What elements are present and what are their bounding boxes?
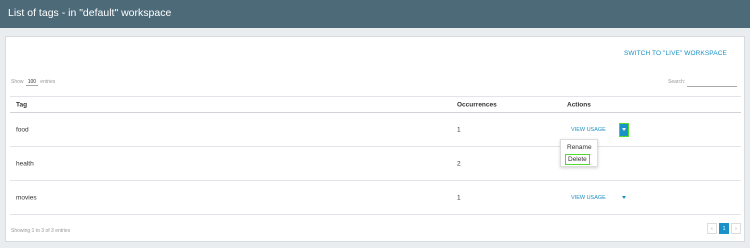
rename-menu-item[interactable]: Rename	[567, 144, 592, 151]
tag-name: movies	[16, 194, 37, 201]
switch-workspace-link[interactable]: SWITCH TO "LIVE" WORKSPACE	[624, 50, 727, 57]
tags-panel: SWITCH TO "LIVE" WORKSPACE Show 100 entr…	[5, 36, 745, 242]
entries-suffix: entries	[40, 79, 56, 85]
pagination-next-button[interactable]: ›	[731, 223, 741, 234]
column-header-occurrences[interactable]: Occurrences	[457, 101, 497, 108]
entries-length-control: Show 100 entries	[11, 79, 55, 86]
actions-dropdown-menu: Rename Delete	[560, 139, 598, 167]
page-title: List of tags - in "default" workspace	[8, 7, 172, 19]
tag-name: health	[16, 160, 34, 167]
pagination-prev-button[interactable]: ‹	[707, 223, 717, 234]
actions-dropdown-toggle[interactable]	[619, 122, 629, 137]
entries-prefix: Show	[11, 79, 24, 85]
delete-menu-item[interactable]: Delete	[565, 154, 590, 165]
table-row: food 1 VIEW USAGE	[10, 113, 741, 147]
search-input[interactable]	[687, 78, 737, 87]
table-row: health 2	[10, 147, 741, 181]
chevron-down-icon	[622, 128, 626, 131]
entries-length-select[interactable]: 100	[25, 79, 38, 86]
tag-occurrences: 2	[457, 160, 461, 167]
search-label: Search:	[668, 79, 686, 85]
tag-occurrences: 1	[457, 126, 461, 133]
view-usage-button[interactable]: VIEW USAGE	[571, 127, 606, 133]
chevron-down-icon	[622, 196, 626, 199]
actions-dropdown-toggle[interactable]	[619, 191, 629, 205]
table-row: movies 1 VIEW USAGE	[10, 181, 741, 215]
column-header-tag[interactable]: Tag	[16, 101, 27, 108]
top-header-bar: List of tags - in "default" workspace	[0, 0, 750, 28]
tags-table: Tag Occurrences Actions food 1 VIEW USAG…	[10, 96, 741, 215]
table-header-row: Tag Occurrences Actions	[10, 96, 741, 113]
tag-occurrences: 1	[457, 194, 461, 201]
pagination: ‹ 1 ›	[705, 223, 741, 234]
pagination-page-button[interactable]: 1	[719, 223, 729, 234]
tag-name: food	[16, 126, 29, 133]
view-usage-button[interactable]: VIEW USAGE	[571, 195, 606, 201]
column-header-actions: Actions	[567, 101, 591, 108]
table-info: Showing 1 to 3 of 3 entries	[11, 228, 71, 234]
